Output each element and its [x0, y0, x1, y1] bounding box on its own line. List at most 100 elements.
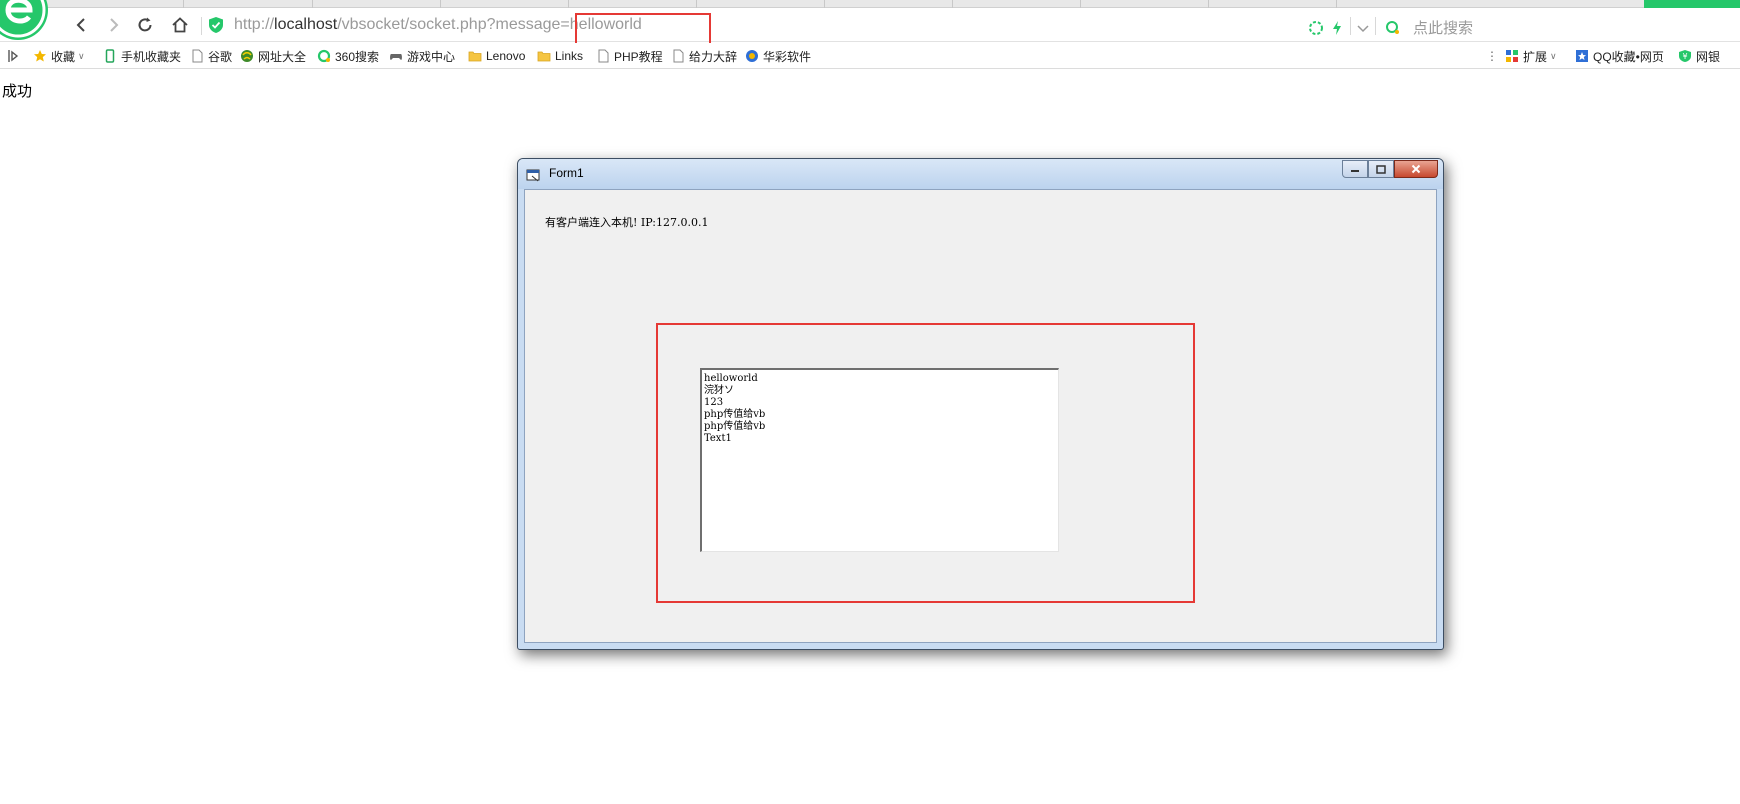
connection-status-label: 有客户端连入本机! IP:127.0.0.1: [545, 216, 709, 229]
url-highlight-box: [575, 13, 711, 45]
form-title-bar[interactable]: Form1: [518, 159, 1443, 189]
page-icon: [192, 49, 203, 63]
bookmark-url-directory[interactable]: 网址大全: [240, 46, 306, 66]
tab-separator: [183, 0, 184, 8]
bookmark-google[interactable]: 谷歌: [190, 46, 232, 66]
search-360-icon: [317, 49, 331, 63]
form-client-area: 有客户端连入本机! IP:127.0.0.1 helloworld 浣犲ソ 12…: [524, 189, 1437, 643]
phone-icon: [105, 49, 115, 63]
bookmark-label: 手机收藏夹: [121, 49, 182, 64]
bookmark-label: Links: [555, 49, 584, 63]
divider: [1350, 17, 1351, 35]
folder-icon: [468, 51, 482, 62]
search-input[interactable]: 点此搜索: [1413, 17, 1473, 38]
tab-separator: [824, 0, 825, 8]
textbox-line: 123: [704, 397, 724, 408]
divider: [201, 17, 202, 35]
textbox-line: Text1: [704, 433, 732, 444]
forward-arrow-icon: [110, 18, 119, 32]
tab-separator: [440, 0, 441, 8]
minimize-icon: [1351, 170, 1359, 172]
svg-text:¥: ¥: [1682, 52, 1687, 61]
bookmark-label: 360搜索: [335, 49, 380, 64]
tab-separator: [952, 0, 953, 8]
textbox-line: 浣犲ソ: [704, 385, 734, 396]
tab-separator: [568, 0, 569, 8]
browser-window: http://localhost/vbsocket/socket.php?mes…: [0, 0, 1740, 804]
bookmark-qq-favorites[interactable]: QQ收藏•网页: [1575, 46, 1664, 66]
page-response-text: 成功: [2, 82, 33, 100]
bookmark-mobile-favorites[interactable]: 手机收藏夹: [103, 46, 181, 66]
navigation-bar: http://localhost/vbsocket/socket.php?mes…: [0, 8, 1740, 42]
bookmark-label: 游戏中心: [407, 49, 456, 64]
form-title: Form1: [549, 166, 584, 180]
bookmark-extensions[interactable]: 扩展 ∨: [1505, 46, 1557, 66]
bookmark-label: Lenovo: [486, 49, 526, 63]
divider: [1375, 17, 1376, 35]
tab-separator: [1208, 0, 1209, 8]
bank-shield-icon: ¥: [1679, 50, 1691, 62]
bookmark-folder-links[interactable]: Links: [537, 46, 583, 66]
qq-bookmark-icon: [1576, 50, 1588, 62]
textbox-line: helloworld: [704, 373, 758, 384]
tab-separator: [1080, 0, 1081, 8]
search-engine-icon[interactable]: [1385, 16, 1401, 40]
home-button[interactable]: [167, 13, 193, 37]
gamepad-icon: [390, 54, 402, 60]
bookmark-online-banking[interactable]: ¥ 网银: [1678, 46, 1720, 66]
folder-icon: [537, 51, 551, 62]
bookmark-label: PHP教程: [614, 49, 663, 64]
page-icon: [598, 49, 609, 63]
chevron-down-icon: ∨: [78, 50, 85, 61]
bookmark-geili-dictionary[interactable]: 给力大辞: [671, 46, 737, 66]
refresh-button[interactable]: [132, 13, 158, 37]
refresh-icon: [138, 17, 152, 32]
bookmarks-bar: 收藏∨ 手机收藏夹 谷歌 网址大全 360搜索 游戏中心 Lenovo Lin: [0, 43, 1740, 69]
more-options-icon[interactable]: ⋮: [1486, 46, 1498, 66]
tab-separator: [696, 0, 697, 8]
bookmark-folder-lenovo[interactable]: Lenovo: [468, 46, 525, 66]
window-controls: [1342, 160, 1438, 178]
minimize-button[interactable]: [1342, 160, 1368, 178]
back-arrow-icon: [76, 18, 85, 32]
url-host: localhost: [274, 16, 338, 33]
bookmark-game-center[interactable]: 游戏中心: [389, 46, 455, 66]
tab-separator: [1336, 0, 1337, 8]
close-button[interactable]: [1394, 160, 1438, 178]
textbox-line: php传值给vb: [704, 409, 766, 420]
bookmark-label: 网址大全: [258, 49, 307, 64]
maximize-button[interactable]: [1368, 160, 1394, 178]
secure-shield-icon[interactable]: [208, 16, 224, 34]
bookmark-php-tutorial[interactable]: PHP教程: [596, 46, 663, 66]
bookmark-label: 给力大辞: [689, 49, 738, 64]
bookmark-huacai-software[interactable]: 华彩软件: [745, 46, 811, 66]
tab-strip: [0, 0, 1740, 8]
page-icon: [673, 49, 684, 63]
text1-textbox[interactable]: helloworld 浣犲ソ 123 php传值给vb php传值给vb Tex…: [700, 368, 1059, 552]
forward-button[interactable]: [101, 13, 127, 37]
maximize-icon: [1376, 164, 1386, 174]
extension-icon: [1506, 50, 1518, 62]
textbox-line: php传值给vb: [704, 421, 766, 432]
speed-dial-icon[interactable]: [1308, 16, 1324, 40]
bookmark-label: 扩展: [1523, 49, 1548, 64]
chevron-down-icon[interactable]: [1357, 16, 1369, 40]
chevron-down-icon: ∨: [1550, 50, 1557, 61]
back-button[interactable]: [68, 13, 94, 37]
browser-logo-icon[interactable]: [0, 0, 54, 40]
new-tab-area[interactable]: [1644, 0, 1740, 8]
lightning-icon[interactable]: [1331, 16, 1343, 40]
close-icon: [1411, 164, 1421, 174]
bookmark-label: 网银: [1696, 49, 1721, 64]
star-icon: [34, 50, 46, 62]
vb-form-window: Form1 有客户端连入本机! IP:127.0.0.1 helloworld …: [517, 158, 1444, 650]
globe-icon: [241, 50, 253, 62]
sidebar-toggle-icon[interactable]: [7, 46, 19, 66]
bookmark-favorites[interactable]: 收藏 ∨: [33, 46, 85, 66]
bookmark-360-search[interactable]: 360搜索: [317, 46, 379, 66]
bookmark-label: 华彩软件: [763, 49, 812, 64]
bookmark-label: QQ收藏•网页: [1593, 49, 1664, 64]
form-window-icon: [526, 167, 541, 182]
tab-separator: [312, 0, 313, 8]
app-icon: [746, 50, 758, 62]
